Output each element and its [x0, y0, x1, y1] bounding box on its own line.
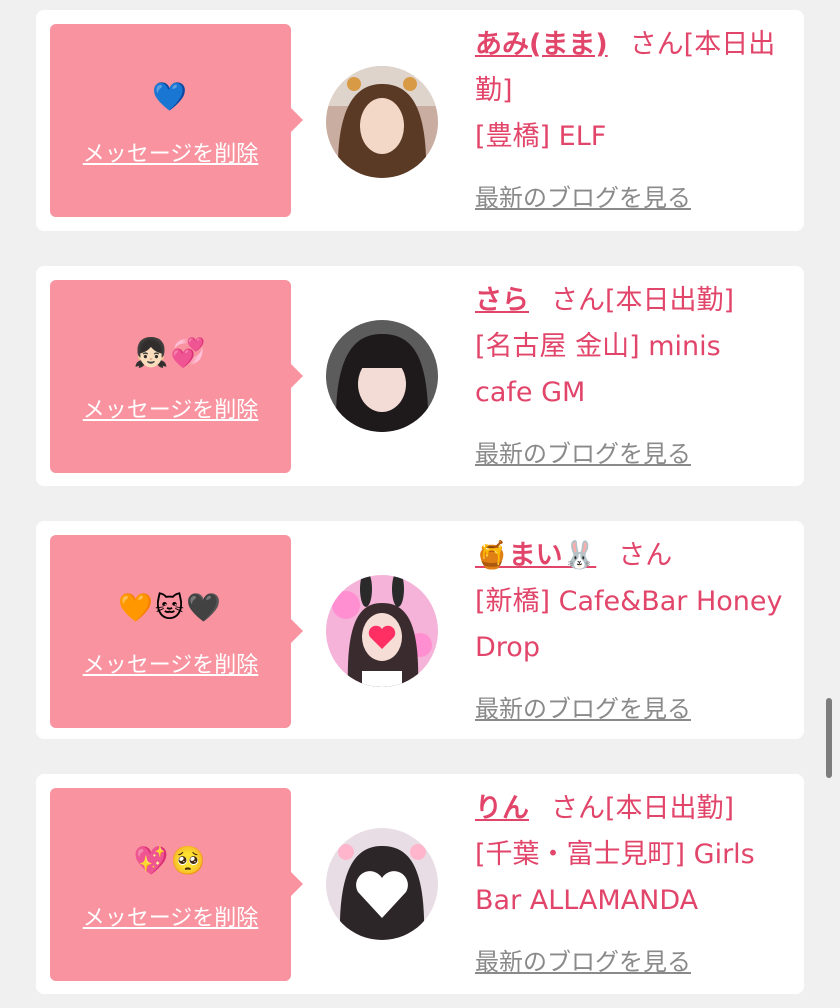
girl-status: さん — [618, 540, 673, 571]
girl-name-link[interactable]: あみ(まま) — [475, 29, 608, 60]
avatar[interactable] — [326, 828, 438, 940]
girl-name-link[interactable]: りん — [475, 793, 529, 824]
avatar-photo — [326, 66, 438, 178]
avatar[interactable] — [326, 320, 438, 432]
shop-name: [名古屋 金山] minis cafe GM — [475, 331, 721, 408]
message-list: 💙 メッセージを削除 あみ(まま) さん[本日出勤] [豊橋] ELF 最新のブロ… — [0, 0, 840, 1008]
girl-name-link[interactable]: さら — [475, 285, 529, 316]
shop-name: [豊橋] ELF — [475, 121, 607, 152]
avatar[interactable] — [326, 66, 438, 178]
message-card: 💙 メッセージを削除 あみ(まま) さん[本日出勤] [豊橋] ELF 最新のブロ… — [36, 10, 804, 231]
avatar-photo — [326, 320, 438, 432]
message-bubble: 💖🥺 メッセージを削除 — [50, 788, 303, 981]
girl-name-link[interactable]: 🍯まい🐰 — [475, 540, 596, 571]
avatar-photo — [326, 575, 438, 687]
delete-message-link[interactable]: メッセージを削除 — [50, 647, 291, 679]
latest-blog-link[interactable]: 最新のブログを見る — [475, 942, 691, 977]
delete-message-link[interactable]: メッセージを削除 — [50, 392, 291, 424]
girl-status: さん[本日出勤] — [551, 285, 735, 316]
shop-name: [新橋] Cafe&Bar Honey Drop — [475, 586, 783, 663]
shop-name: [千葉・富士見町] Girls Bar ALLAMANDA — [475, 839, 755, 916]
latest-blog-link[interactable]: 最新のブログを見る — [475, 689, 691, 724]
message-emoji: 👧🏻💞 — [133, 336, 208, 369]
delete-message-link[interactable]: メッセージを削除 — [50, 900, 291, 932]
message-bubble: 👧🏻💞 メッセージを削除 — [50, 280, 303, 473]
scrollbar[interactable] — [826, 698, 832, 778]
message-card: 💖🥺 メッセージを削除 りん さん[本日出勤] [千葉・富士見町] Girls B… — [36, 774, 804, 994]
girl-info: 🍯まい🐰 さん [新橋] Cafe&Bar Honey Drop — [475, 533, 784, 671]
message-bubble: 🧡🐱🖤 メッセージを削除 — [50, 535, 303, 728]
message-emoji: 💙 — [152, 80, 189, 113]
latest-blog-link[interactable]: 最新のブログを見る — [475, 178, 691, 213]
girl-info: あみ(まま) さん[本日出勤] [豊橋] ELF — [475, 22, 784, 160]
message-emoji: 🧡🐱🖤 — [118, 591, 223, 624]
latest-blog-link[interactable]: 最新のブログを見る — [475, 434, 691, 469]
message-card: 🧡🐱🖤 メッセージを削除 🍯まい🐰 さん [新橋] Cafe&Bar Honey … — [36, 521, 804, 739]
message-emoji: 💖🥺 — [133, 844, 208, 877]
message-bubble: 💙 メッセージを削除 — [50, 24, 303, 217]
delete-message-link[interactable]: メッセージを削除 — [50, 136, 291, 168]
message-card: 👧🏻💞 メッセージを削除 さら さん[本日出勤] [名古屋 金山] minis c… — [36, 266, 804, 486]
girl-info: さら さん[本日出勤] [名古屋 金山] minis cafe GM — [475, 278, 784, 416]
girl-info: りん さん[本日出勤] [千葉・富士見町] Girls Bar ALLAMANDA — [475, 786, 784, 924]
avatar[interactable] — [326, 575, 438, 687]
avatar-photo — [326, 828, 438, 940]
girl-status: さん[本日出勤] — [551, 793, 735, 824]
